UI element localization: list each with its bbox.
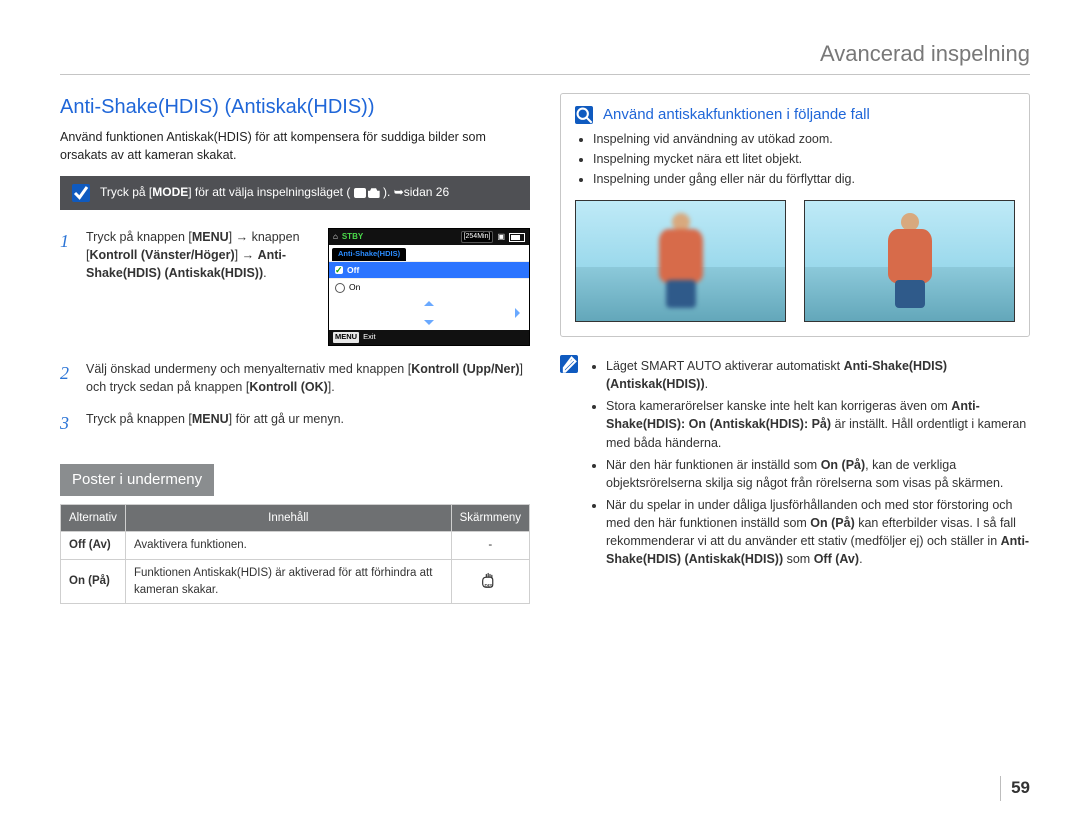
page-number: 59 (1000, 776, 1030, 801)
submenu-table: Alternativ Innehåll Skärmmeny Off (Av) A… (60, 504, 530, 605)
check-icon (335, 266, 343, 274)
photo-icon (368, 188, 380, 198)
lcd-arrows (329, 296, 529, 330)
battery-icon (509, 233, 525, 242)
section-title: Avancerad inspelning (60, 38, 1030, 70)
left-column: Anti-Shake(HDIS) (Antiskak(HDIS)) Använd… (60, 93, 530, 605)
mode-hint-bar: Tryck på [MODE] för att välja inspelning… (60, 176, 530, 210)
step-number: 2 (60, 360, 74, 396)
home-icon: ⌂ (333, 231, 338, 243)
antishake-icon: DIS (479, 569, 501, 589)
step-body: Välj önskad undermeny och menyalternativ… (86, 360, 530, 396)
list-item: När den här funktionen är inställd som O… (606, 456, 1030, 492)
intro-text: Använd funktionen Antiskak(HDIS) för att… (60, 128, 530, 164)
example-image-blurry (575, 200, 786, 322)
lcd-preview: ⌂ STBY [254Min] ▣ Anti-Shake(HDIS) Off O… (328, 228, 530, 346)
lcd-bottom-bar: MENU Exit (329, 330, 529, 345)
check-icon (72, 184, 90, 202)
lcd-topbar: ⌂ STBY [254Min] ▣ (329, 229, 529, 245)
use-cases-box: Använd antiskakfunktionen i följande fal… (560, 93, 1030, 337)
list-item: Inspelning vid användning av utökad zoom… (593, 130, 1015, 148)
cell-option: Off (Av) (61, 532, 126, 560)
th-screenmenu: Skärmmeny (451, 504, 529, 532)
arrow-down-icon (424, 320, 434, 330)
header-bar: Avancerad inspelning (60, 38, 1030, 75)
th-content: Innehåll (125, 504, 451, 532)
step-1: 1 Tryck på knappen [MENU] → knappen [Kon… (60, 228, 530, 346)
example-images (575, 200, 1015, 322)
lcd-row-off: Off (329, 261, 529, 278)
step-body: Tryck på knappen [MENU] för att gå ur me… (86, 410, 530, 436)
exit-label: Exit (363, 332, 376, 343)
cell-text: Avaktivera funktionen. (125, 532, 451, 560)
magnifier-icon (575, 106, 593, 124)
use-cases-list: Inspelning vid användning av utökad zoom… (575, 130, 1015, 188)
notes-list: Läget SMART AUTO aktiverar automatiskt A… (588, 353, 1030, 572)
lcd-tab: Anti-Shake(HDIS) (332, 248, 406, 261)
cell-icon: DIS (451, 560, 529, 604)
list-item: Inspelning mycket nära ett litet objekt. (593, 150, 1015, 168)
page-title: Anti-Shake(HDIS) (Antiskak(HDIS)) (60, 93, 530, 122)
radio-icon (335, 283, 345, 293)
submenu-heading: Poster i undermeny (60, 464, 214, 496)
svg-text:DIS: DIS (485, 583, 493, 588)
arrow-up-icon (424, 296, 434, 306)
example-image-sharp (804, 200, 1015, 322)
notes-box: Läget SMART AUTO aktiverar automatiskt A… (560, 353, 1030, 572)
note-icon (560, 355, 578, 373)
mode-hint-text: Tryck på [MODE] för att välja inspelning… (100, 184, 449, 201)
step-number: 1 (60, 228, 74, 346)
step-3: 3 Tryck på knappen [MENU] för att gå ur … (60, 410, 530, 436)
lcd-row-on: On (329, 278, 529, 295)
arrow-right-icon (515, 308, 525, 318)
video-photo-icons (354, 188, 380, 198)
use-cases-title: Använd antiskakfunktionen i följande fal… (603, 104, 870, 126)
th-option: Alternativ (61, 504, 126, 532)
cell-icon: - (451, 532, 529, 560)
card-icon: ▣ (497, 231, 505, 243)
video-icon (354, 188, 366, 198)
list-item: Stora kamerarörelser kanske inte helt ka… (606, 397, 1030, 451)
stby-label: STBY (342, 231, 363, 243)
menu-badge: MENU (333, 332, 359, 343)
list-item: Inspelning under gång eller när du förfl… (593, 170, 1015, 188)
cell-text: Funktionen Antiskak(HDIS) är aktiverad f… (125, 560, 451, 604)
step-number: 3 (60, 410, 74, 436)
cell-option: On (På) (61, 560, 126, 604)
remaining-time: [254Min] (461, 231, 494, 243)
step-body: Tryck på knappen [MENU] → knappen [Kontr… (86, 228, 316, 346)
list-item: När du spelar in under dåliga ljusförhål… (606, 496, 1030, 569)
table-row: Off (Av) Avaktivera funktionen. - (61, 532, 530, 560)
step-2: 2 Välj önskad undermeny och menyalternat… (60, 360, 530, 396)
list-item: Läget SMART AUTO aktiverar automatiskt A… (606, 357, 1030, 393)
table-row: On (På) Funktionen Antiskak(HDIS) är akt… (61, 560, 530, 604)
right-column: Använd antiskakfunktionen i följande fal… (560, 93, 1030, 605)
